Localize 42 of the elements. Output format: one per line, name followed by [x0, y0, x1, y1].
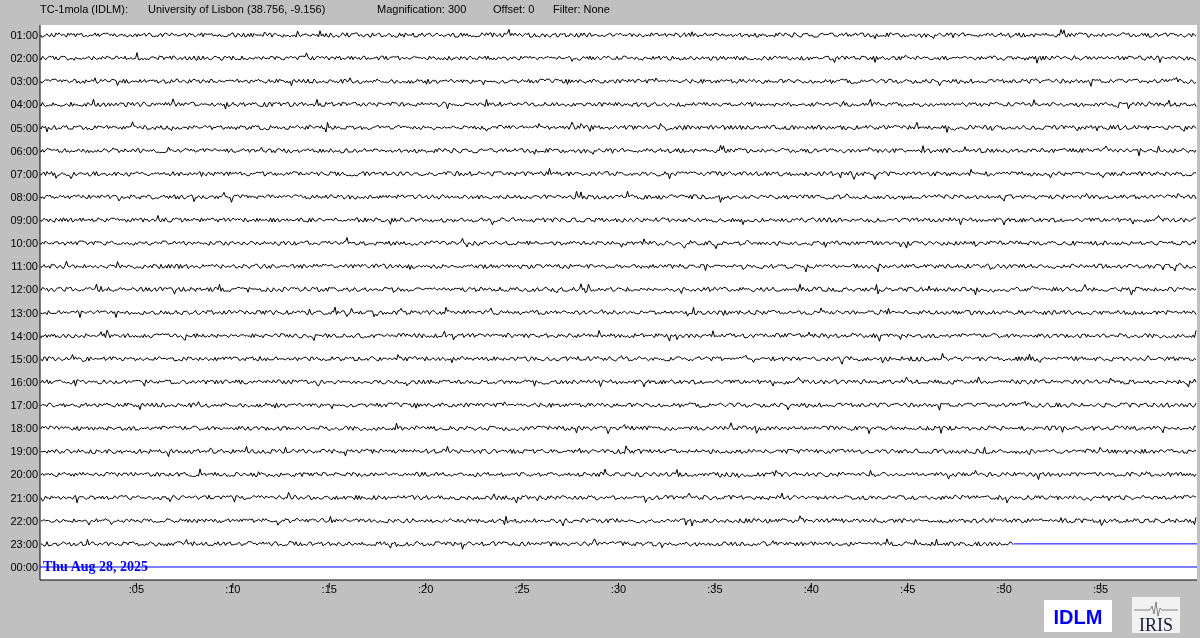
- magnification-label: Magnification: 300: [377, 3, 467, 15]
- minute-tick-label: :50: [996, 583, 1012, 595]
- date-label: Thu Aug 28, 2025: [43, 559, 149, 574]
- hour-label: 23:00: [10, 537, 38, 550]
- hour-label: 05:00: [10, 121, 38, 134]
- offset-label: Offset: 0: [493, 3, 535, 15]
- hour-label: 00:00: [10, 561, 38, 573]
- hour-label: 20:00: [10, 468, 38, 481]
- hour-label: 13:00: [10, 306, 38, 319]
- hour-label: 06:00: [10, 144, 38, 157]
- station-location: University of Lisbon (38.756, -9.156): [148, 3, 326, 15]
- hour-label: 17:00: [10, 399, 38, 412]
- hour-label: 03:00: [10, 75, 38, 88]
- hour-label: 07:00: [10, 167, 38, 180]
- minute-tick-label: :45: [900, 583, 916, 595]
- minute-tick-label: :10: [225, 583, 241, 595]
- minute-tick-label: :05: [128, 583, 145, 595]
- hour-label: 21:00: [10, 491, 38, 504]
- hour-label: 18:00: [10, 422, 38, 435]
- station-name: TC-1mola (IDLM):: [40, 3, 128, 15]
- hour-label: 11:00: [11, 260, 38, 273]
- hour-label: 10:00: [10, 237, 38, 250]
- hour-label: 04:00: [10, 98, 38, 111]
- logo: IDLM: [1044, 600, 1112, 632]
- hour-label: 09:00: [10, 214, 38, 227]
- hour-label: 01:00: [10, 29, 38, 41]
- hour-label: 14:00: [10, 329, 38, 342]
- minute-tick-label: :25: [514, 583, 530, 595]
- minute-tick-label: :40: [803, 583, 819, 595]
- hour-label: 22:00: [10, 514, 38, 527]
- minute-tick-label: :35: [707, 583, 723, 595]
- minute-tick-label: :15: [321, 583, 337, 595]
- hour-label: 02:00: [10, 52, 38, 65]
- logo: IRIS: [1132, 597, 1180, 635]
- minute-tick-label: :20: [418, 583, 434, 595]
- minute-tick-label: :55: [1092, 583, 1109, 595]
- hour-label: 16:00: [10, 375, 38, 388]
- hour-label: 15:00: [10, 352, 38, 365]
- hour-label: 12:00: [10, 283, 38, 296]
- filter-label: Filter: None: [553, 3, 610, 15]
- hour-label: 08:00: [10, 190, 38, 203]
- hour-label: 19:00: [10, 445, 38, 458]
